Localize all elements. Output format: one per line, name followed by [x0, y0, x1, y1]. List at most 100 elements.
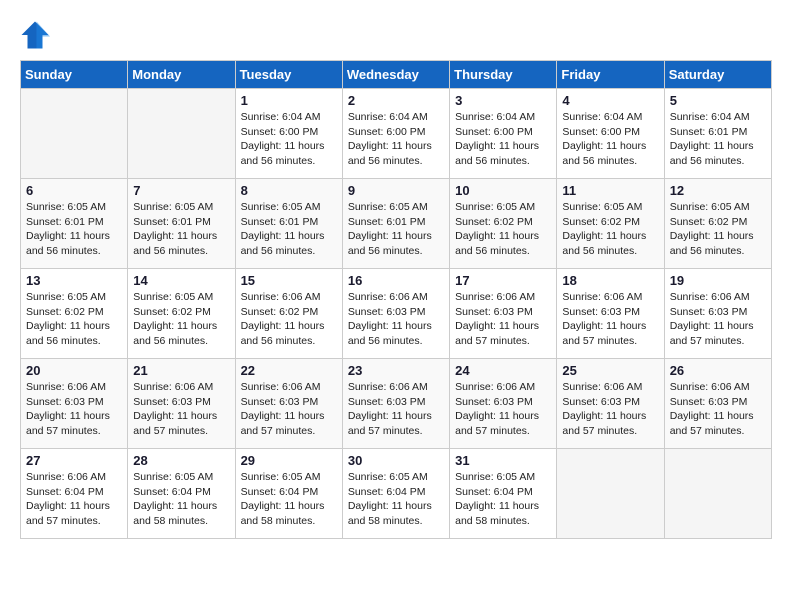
- day-number: 29: [241, 453, 337, 468]
- logo-icon: [20, 20, 50, 50]
- day-number: 23: [348, 363, 444, 378]
- day-number: 24: [455, 363, 551, 378]
- calendar-cell: [21, 89, 128, 179]
- calendar-cell: 20 Sunrise: 6:06 AM Sunset: 6:03 PM Dayli…: [21, 359, 128, 449]
- day-number: 26: [670, 363, 766, 378]
- day-number: 11: [562, 183, 658, 198]
- weekday-header: Thursday: [450, 61, 557, 89]
- cell-info: Sunrise: 6:05 AM Sunset: 6:04 PM Dayligh…: [241, 470, 337, 529]
- calendar-cell: [128, 89, 235, 179]
- day-number: 2: [348, 93, 444, 108]
- cell-info: Sunrise: 6:06 AM Sunset: 6:03 PM Dayligh…: [133, 380, 229, 439]
- day-number: 28: [133, 453, 229, 468]
- cell-info: Sunrise: 6:06 AM Sunset: 6:04 PM Dayligh…: [26, 470, 122, 529]
- calendar-cell: 6 Sunrise: 6:05 AM Sunset: 6:01 PM Daylig…: [21, 179, 128, 269]
- weekday-header: Monday: [128, 61, 235, 89]
- weekday-header: Saturday: [664, 61, 771, 89]
- day-number: 10: [455, 183, 551, 198]
- calendar-cell: 18Sunrise: 6:06 AM Sunset: 6:03 PM Dayli…: [557, 269, 664, 359]
- cell-info: Sunrise: 6:05 AM Sunset: 6:01 PM Dayligh…: [26, 200, 122, 259]
- calendar-cell: 16 Sunrise: 6:06 AM Sunset: 6:03 PM Dayli…: [342, 269, 449, 359]
- calendar-cell: 11 Sunrise: 6:05 AM Sunset: 6:02 PM Dayli…: [557, 179, 664, 269]
- calendar-cell: 21 Sunrise: 6:06 AM Sunset: 6:03 PM Dayli…: [128, 359, 235, 449]
- day-number: 13: [26, 273, 122, 288]
- weekday-header: Sunday: [21, 61, 128, 89]
- cell-info: Sunrise: 6:05 AM Sunset: 6:02 PM Dayligh…: [133, 290, 229, 349]
- calendar-cell: 4 Sunrise: 6:04 AM Sunset: 6:00 PM Daylig…: [557, 89, 664, 179]
- page-header: [20, 20, 772, 50]
- cell-info: Sunrise: 6:05 AM Sunset: 6:02 PM Dayligh…: [562, 200, 658, 259]
- calendar-cell: 24Sunrise: 6:06 AM Sunset: 6:03 PM Dayli…: [450, 359, 557, 449]
- cell-info: Sunrise: 6:04 AM Sunset: 6:01 PM Dayligh…: [670, 110, 766, 169]
- cell-info: Sunrise: 6:06 AM Sunset: 6:03 PM Dayligh…: [670, 380, 766, 439]
- cell-info: Sunrise: 6:06 AM Sunset: 6:03 PM Dayligh…: [670, 290, 766, 349]
- day-number: 1: [241, 93, 337, 108]
- day-number: 7: [133, 183, 229, 198]
- calendar-week-row: 20 Sunrise: 6:06 AM Sunset: 6:03 PM Dayli…: [21, 359, 772, 449]
- day-number: 21: [133, 363, 229, 378]
- calendar-cell: 10 Sunrise: 6:05 AM Sunset: 6:02 PM Dayli…: [450, 179, 557, 269]
- day-number: 6: [26, 183, 122, 198]
- cell-info: Sunrise: 6:06 AM Sunset: 6:03 PM Dayligh…: [348, 290, 444, 349]
- calendar-table: SundayMondayTuesdayWednesdayThursdayFrid…: [20, 60, 772, 539]
- cell-info: Sunrise: 6:06 AM Sunset: 6:03 PM Dayligh…: [241, 380, 337, 439]
- calendar-header-row: SundayMondayTuesdayWednesdayThursdayFrid…: [21, 61, 772, 89]
- day-number: 17: [455, 273, 551, 288]
- day-number: 14: [133, 273, 229, 288]
- weekday-header: Tuesday: [235, 61, 342, 89]
- cell-info: Sunrise: 6:05 AM Sunset: 6:01 PM Dayligh…: [133, 200, 229, 259]
- cell-info: Sunrise: 6:05 AM Sunset: 6:01 PM Dayligh…: [348, 200, 444, 259]
- calendar-cell: 14 Sunrise: 6:05 AM Sunset: 6:02 PM Dayli…: [128, 269, 235, 359]
- calendar-body: 1 Sunrise: 6:04 AM Sunset: 6:00 PM Daylig…: [21, 89, 772, 539]
- calendar-cell: [664, 449, 771, 539]
- calendar-cell: 29 Sunrise: 6:05 AM Sunset: 6:04 PM Dayli…: [235, 449, 342, 539]
- day-number: 12: [670, 183, 766, 198]
- day-number: 20: [26, 363, 122, 378]
- day-number: 25: [562, 363, 658, 378]
- day-number: 3: [455, 93, 551, 108]
- cell-info: Sunrise: 6:04 AM Sunset: 6:00 PM Dayligh…: [562, 110, 658, 169]
- weekday-header: Friday: [557, 61, 664, 89]
- day-number: 15: [241, 273, 337, 288]
- cell-info: Sunrise: 6:04 AM Sunset: 6:00 PM Dayligh…: [348, 110, 444, 169]
- calendar-week-row: 1 Sunrise: 6:04 AM Sunset: 6:00 PM Daylig…: [21, 89, 772, 179]
- calendar-cell: 19 Sunrise: 6:06 AM Sunset: 6:03 PM Dayli…: [664, 269, 771, 359]
- cell-info: Sunrise: 6:06 AM Sunset: 6:03 PM Dayligh…: [348, 380, 444, 439]
- day-number: 5: [670, 93, 766, 108]
- calendar-cell: 7 Sunrise: 6:05 AM Sunset: 6:01 PM Daylig…: [128, 179, 235, 269]
- calendar-week-row: 13 Sunrise: 6:05 AM Sunset: 6:02 PM Dayli…: [21, 269, 772, 359]
- day-number: 4: [562, 93, 658, 108]
- cell-info: Sunrise: 6:05 AM Sunset: 6:04 PM Dayligh…: [348, 470, 444, 529]
- calendar-cell: 8Sunrise: 6:05 AM Sunset: 6:01 PM Daylig…: [235, 179, 342, 269]
- cell-info: Sunrise: 6:05 AM Sunset: 6:04 PM Dayligh…: [455, 470, 551, 529]
- cell-info: Sunrise: 6:06 AM Sunset: 6:03 PM Dayligh…: [26, 380, 122, 439]
- calendar-cell: 30 Sunrise: 6:05 AM Sunset: 6:04 PM Dayli…: [342, 449, 449, 539]
- day-number: 16: [348, 273, 444, 288]
- calendar-cell: 3 Sunrise: 6:04 AM Sunset: 6:00 PM Daylig…: [450, 89, 557, 179]
- calendar-cell: 13Sunrise: 6:05 AM Sunset: 6:02 PM Dayli…: [21, 269, 128, 359]
- day-number: 30: [348, 453, 444, 468]
- cell-info: Sunrise: 6:05 AM Sunset: 6:02 PM Dayligh…: [670, 200, 766, 259]
- calendar-cell: 9 Sunrise: 6:05 AM Sunset: 6:01 PM Daylig…: [342, 179, 449, 269]
- calendar-cell: 28Sunrise: 6:05 AM Sunset: 6:04 PM Dayli…: [128, 449, 235, 539]
- day-number: 8: [241, 183, 337, 198]
- cell-info: Sunrise: 6:06 AM Sunset: 6:03 PM Dayligh…: [562, 380, 658, 439]
- calendar-cell: 5 Sunrise: 6:04 AM Sunset: 6:01 PM Daylig…: [664, 89, 771, 179]
- day-number: 19: [670, 273, 766, 288]
- day-number: 31: [455, 453, 551, 468]
- calendar-cell: 27Sunrise: 6:06 AM Sunset: 6:04 PM Dayli…: [21, 449, 128, 539]
- calendar-cell: 25 Sunrise: 6:06 AM Sunset: 6:03 PM Dayli…: [557, 359, 664, 449]
- calendar-week-row: 27Sunrise: 6:06 AM Sunset: 6:04 PM Dayli…: [21, 449, 772, 539]
- calendar-cell: 31 Sunrise: 6:05 AM Sunset: 6:04 PM Dayli…: [450, 449, 557, 539]
- logo: [20, 20, 52, 50]
- cell-info: Sunrise: 6:06 AM Sunset: 6:03 PM Dayligh…: [455, 290, 551, 349]
- calendar-cell: [557, 449, 664, 539]
- calendar-cell: 12 Sunrise: 6:05 AM Sunset: 6:02 PM Dayli…: [664, 179, 771, 269]
- cell-info: Sunrise: 6:04 AM Sunset: 6:00 PM Dayligh…: [455, 110, 551, 169]
- calendar-cell: 22Sunrise: 6:06 AM Sunset: 6:03 PM Dayli…: [235, 359, 342, 449]
- day-number: 9: [348, 183, 444, 198]
- calendar-cell: 26 Sunrise: 6:06 AM Sunset: 6:03 PM Dayli…: [664, 359, 771, 449]
- cell-info: Sunrise: 6:05 AM Sunset: 6:02 PM Dayligh…: [455, 200, 551, 259]
- calendar-cell: 2 Sunrise: 6:04 AM Sunset: 6:00 PM Daylig…: [342, 89, 449, 179]
- calendar-cell: 15Sunrise: 6:06 AM Sunset: 6:02 PM Dayli…: [235, 269, 342, 359]
